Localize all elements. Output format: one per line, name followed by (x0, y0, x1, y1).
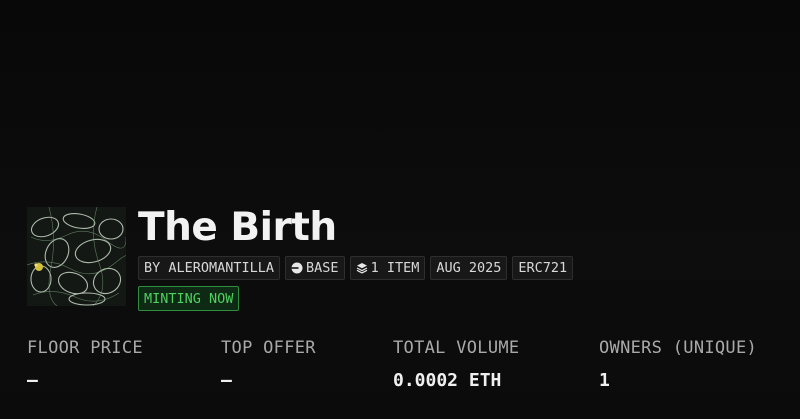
collection-info: The Birth BY ALEROMANTILLA BASE 1 ITEM A… (138, 205, 574, 311)
items-label: 1 ITEM (370, 260, 420, 276)
creator-label: BY ALEROMANTILLA (144, 260, 275, 276)
collection-title: The Birth (138, 205, 337, 250)
stat-value: — (27, 370, 38, 391)
collection-artwork (27, 207, 126, 306)
collection-page: The Birth BY ALEROMANTILLA BASE 1 ITEM A… (0, 0, 800, 419)
items-tag[interactable]: 1 ITEM (349, 256, 426, 280)
stat-label: TOP OFFER (221, 338, 316, 358)
minting-status-label: MINTING NOW (144, 290, 234, 307)
date-label: AUG 2025 (436, 260, 502, 276)
stat-value: 0.0002 ETH (393, 370, 502, 391)
standard-label: ERC721 (518, 260, 568, 276)
base-chain-icon (291, 262, 303, 274)
layers-icon (356, 262, 368, 274)
standard-tag: ERC721 (512, 256, 574, 280)
stat-top-offer: TOP OFFER — (221, 338, 316, 391)
stat-owners: OWNERS (UNIQUE) 1 (599, 338, 757, 391)
stat-total-volume: TOTAL VOLUME 0.0002 ETH (393, 338, 519, 391)
chain-label: BASE (306, 260, 339, 276)
date-tag: AUG 2025 (430, 256, 508, 280)
creator-tag[interactable]: BY ALEROMANTILLA (138, 256, 281, 280)
stat-value: — (221, 370, 232, 391)
minting-status-badge: MINTING NOW (138, 286, 240, 311)
stat-label: TOTAL VOLUME (393, 338, 520, 358)
collection-stats: FLOOR PRICE — TOP OFFER — TOTAL VOLUME 0… (27, 338, 787, 398)
stat-label: OWNERS (UNIQUE) (599, 338, 758, 358)
stat-floor-price: FLOOR PRICE — (27, 338, 143, 391)
stat-value: 1 (599, 370, 610, 391)
collection-tags: BY ALEROMANTILLA BASE 1 ITEM AUG 2025 ER… (138, 256, 574, 280)
stat-label: FLOOR PRICE (27, 338, 143, 358)
chain-tag[interactable]: BASE (285, 256, 345, 280)
collection-image[interactable] (27, 207, 126, 306)
collection-header: The Birth BY ALEROMANTILLA BASE 1 ITEM A… (27, 205, 574, 311)
